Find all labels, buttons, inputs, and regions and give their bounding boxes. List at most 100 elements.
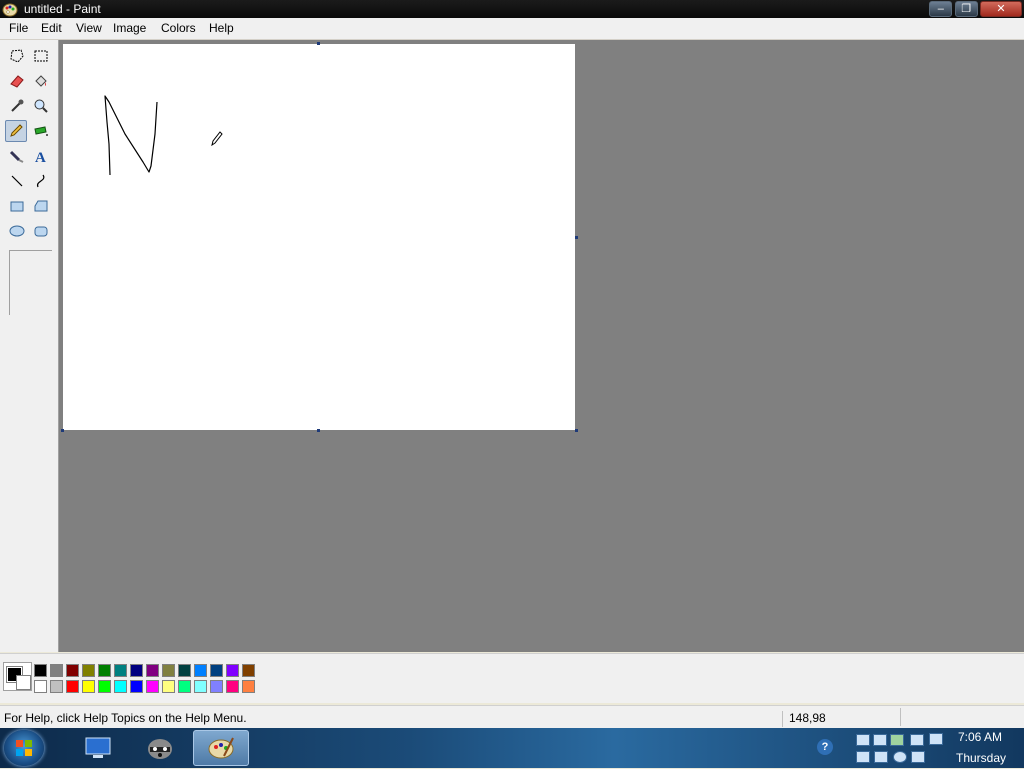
resize-handle-bottom-right[interactable] bbox=[575, 429, 578, 432]
raccoon-app-icon bbox=[148, 739, 172, 759]
pencil-tool[interactable] bbox=[5, 120, 27, 142]
palette-swatch[interactable] bbox=[210, 680, 223, 693]
tray-monitor-icon[interactable] bbox=[910, 734, 924, 746]
minimize-button[interactable]: – bbox=[929, 1, 953, 17]
palette-swatch[interactable] bbox=[50, 680, 63, 693]
palette-swatch[interactable] bbox=[98, 680, 111, 693]
eraser-tool[interactable] bbox=[6, 70, 28, 92]
tray-tool-icon[interactable] bbox=[874, 751, 888, 763]
palette-swatch[interactable] bbox=[50, 664, 63, 677]
color-picker-icon bbox=[11, 99, 24, 112]
status-divider bbox=[900, 708, 901, 726]
brush-icon bbox=[9, 150, 24, 163]
menu-bar: File Edit View Image Colors Help bbox=[0, 18, 1024, 40]
tray-check-icon[interactable] bbox=[890, 734, 904, 746]
polygon-tool[interactable] bbox=[30, 195, 52, 217]
resize-handle-bottom-left[interactable] bbox=[61, 429, 64, 432]
status-help-text: For Help, click Help Topics on the Help … bbox=[4, 711, 247, 725]
tray-computer-icon[interactable] bbox=[911, 751, 925, 763]
paint-app-icon bbox=[208, 737, 234, 759]
resize-handle-top[interactable] bbox=[317, 42, 320, 45]
palette-swatch[interactable] bbox=[34, 680, 47, 693]
palette-swatch[interactable] bbox=[146, 664, 159, 677]
status-coordinates: 148,98 bbox=[782, 711, 826, 727]
text-tool[interactable]: A bbox=[30, 145, 52, 167]
fill-tool[interactable] bbox=[30, 70, 52, 92]
palette-swatch[interactable] bbox=[226, 664, 239, 677]
taskbar-raccoon-app-button[interactable] bbox=[132, 730, 188, 766]
taskbar-computer-button[interactable] bbox=[70, 730, 126, 766]
magnifier-tool[interactable] bbox=[30, 95, 52, 117]
clock-day[interactable]: Thursday bbox=[956, 751, 1006, 765]
line-icon bbox=[11, 175, 23, 187]
menu-colors[interactable]: Colors bbox=[161, 21, 196, 35]
polygon-icon bbox=[34, 200, 48, 212]
palette-swatch[interactable] bbox=[146, 680, 159, 693]
window-controls: – ❐ ✕ bbox=[929, 1, 1022, 17]
select-tool[interactable] bbox=[30, 45, 52, 67]
select-icon bbox=[34, 50, 48, 62]
title-bar: untitled - Paint – ❐ ✕ bbox=[0, 0, 1024, 18]
menu-image[interactable]: Image bbox=[113, 21, 146, 35]
palette-swatch[interactable] bbox=[130, 664, 143, 677]
curve-icon bbox=[36, 174, 45, 188]
palette-swatch[interactable] bbox=[34, 664, 47, 677]
close-button[interactable]: ✕ bbox=[980, 1, 1022, 17]
rectangle-tool[interactable] bbox=[6, 195, 28, 217]
palette-swatch[interactable] bbox=[162, 680, 175, 693]
brush-tool[interactable] bbox=[6, 145, 28, 167]
palette-swatch[interactable] bbox=[178, 664, 191, 677]
work-area bbox=[59, 40, 1024, 652]
palette-swatch[interactable] bbox=[66, 680, 79, 693]
palette-swatch[interactable] bbox=[242, 680, 255, 693]
palette-swatch[interactable] bbox=[194, 664, 207, 677]
palette-swatch[interactable] bbox=[178, 680, 191, 693]
tray-network-icon[interactable] bbox=[856, 734, 870, 746]
menu-help[interactable]: Help bbox=[209, 21, 234, 35]
airbrush-tool[interactable] bbox=[30, 120, 52, 142]
fill-bucket-icon bbox=[35, 75, 47, 87]
restore-button[interactable]: ❐ bbox=[954, 1, 978, 17]
tray-display-icon[interactable] bbox=[873, 734, 887, 746]
palette-swatch[interactable] bbox=[162, 664, 175, 677]
menu-file[interactable]: File bbox=[9, 21, 28, 35]
airbrush-icon bbox=[34, 126, 48, 136]
curve-tool[interactable] bbox=[30, 170, 52, 192]
palette-swatch[interactable] bbox=[210, 664, 223, 677]
palette-swatch[interactable] bbox=[242, 664, 255, 677]
tray-help-icon[interactable]: ? bbox=[817, 739, 833, 755]
tray-volume-icon[interactable] bbox=[856, 751, 870, 763]
resize-handle-right[interactable] bbox=[575, 236, 578, 239]
start-button[interactable] bbox=[4, 730, 44, 766]
palette-swatch[interactable] bbox=[66, 664, 79, 677]
paint-palette-icon bbox=[2, 3, 18, 17]
current-colors bbox=[3, 662, 32, 691]
palette-swatch[interactable] bbox=[226, 680, 239, 693]
palette-swatch[interactable] bbox=[194, 680, 207, 693]
tray-window-icon[interactable] bbox=[929, 733, 943, 745]
pencil-cursor-icon bbox=[211, 131, 223, 146]
magnifier-icon bbox=[34, 99, 48, 113]
menu-view[interactable]: View bbox=[76, 21, 102, 35]
drawing-canvas[interactable] bbox=[63, 44, 575, 430]
line-tool[interactable] bbox=[6, 170, 28, 192]
tool-options-box[interactable] bbox=[9, 250, 52, 315]
palette-swatch[interactable] bbox=[82, 664, 95, 677]
taskbar-paint-button[interactable] bbox=[193, 730, 249, 766]
resize-handle-bottom[interactable] bbox=[317, 429, 320, 432]
tray-search-icon[interactable] bbox=[893, 751, 907, 763]
svg-text:A: A bbox=[35, 150, 46, 164]
palette-swatch[interactable] bbox=[82, 680, 95, 693]
rounded-rectangle-tool[interactable] bbox=[30, 220, 52, 242]
menu-edit[interactable]: Edit bbox=[41, 21, 62, 35]
clock-time[interactable]: 7:06 AM bbox=[958, 730, 1002, 744]
eraser-icon bbox=[10, 75, 24, 88]
palette-swatch[interactable] bbox=[98, 664, 111, 677]
ellipse-tool[interactable] bbox=[6, 220, 28, 242]
color-picker-tool[interactable] bbox=[6, 95, 28, 117]
palette-swatch[interactable] bbox=[130, 680, 143, 693]
palette-swatch[interactable] bbox=[114, 680, 127, 693]
color-palette bbox=[0, 653, 1024, 703]
palette-swatch[interactable] bbox=[114, 664, 127, 677]
free-form-select-tool[interactable] bbox=[6, 45, 28, 67]
